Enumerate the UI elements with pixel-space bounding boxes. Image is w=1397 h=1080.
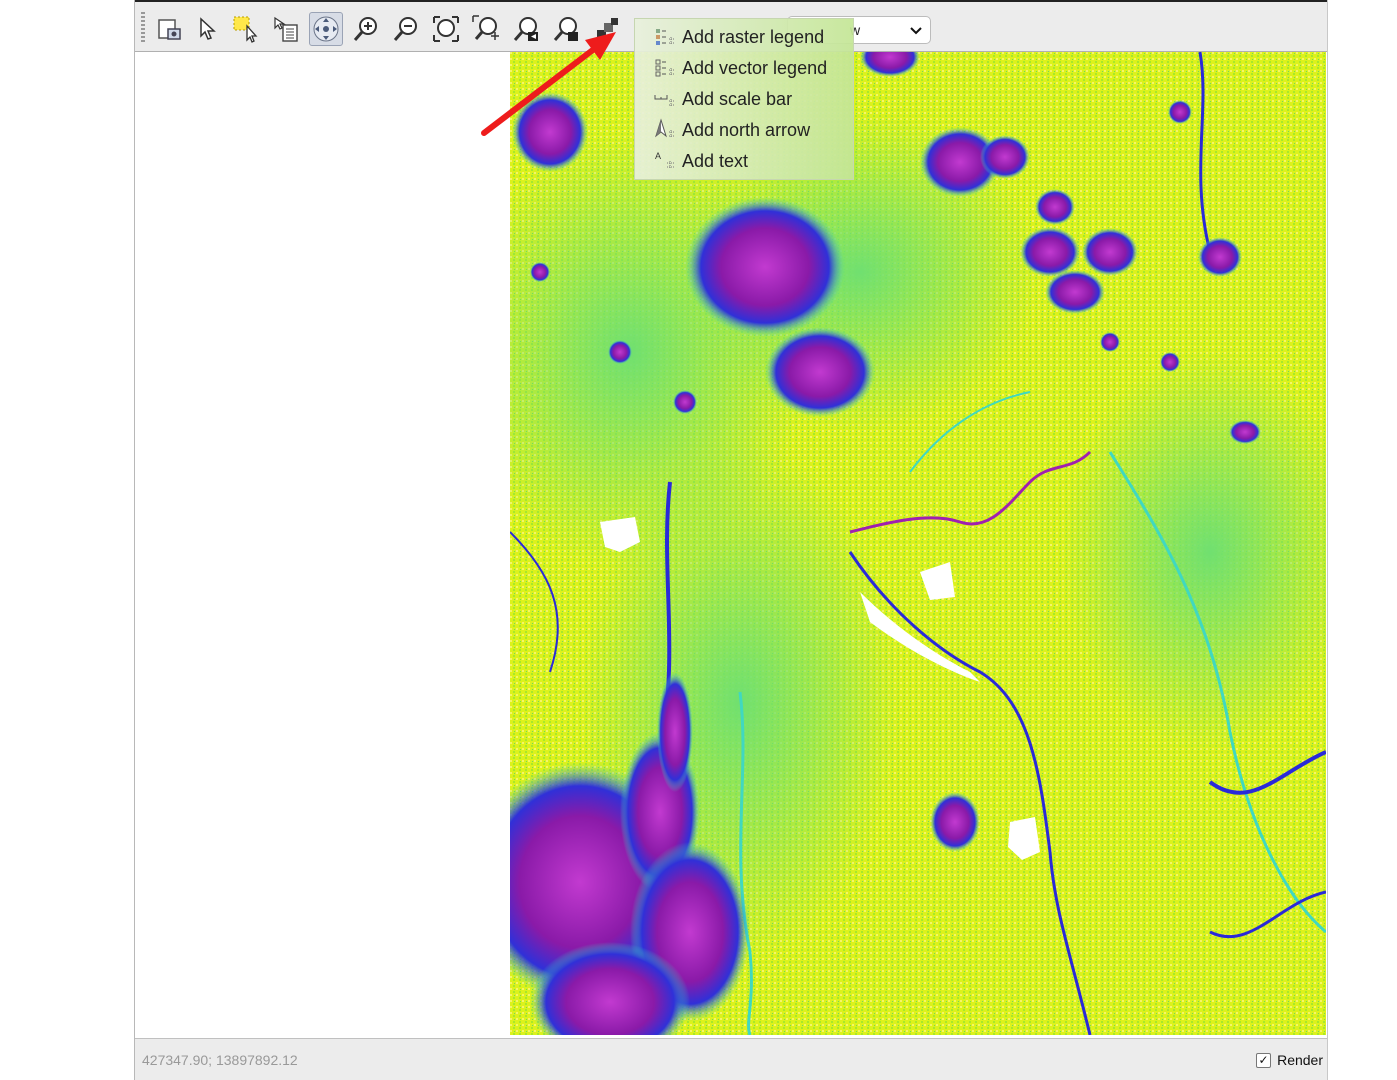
menu-item-add-raster-legend[interactable]: Add raster legend bbox=[635, 22, 853, 52]
menu-item-add-scale-bar[interactable]: Add scale bar bbox=[635, 84, 853, 114]
render-toggle[interactable]: ✓ Render bbox=[1256, 1052, 1323, 1068]
select-arrow-icon[interactable] bbox=[191, 12, 225, 46]
zoom-full-icon[interactable] bbox=[429, 12, 463, 46]
identify-icon[interactable] bbox=[269, 12, 303, 46]
render-checkbox[interactable]: ✓ bbox=[1256, 1052, 1272, 1068]
menu-item-label: Add text bbox=[682, 150, 749, 171]
menu-item-add-vector-legend[interactable]: Add vector legend bbox=[635, 53, 853, 83]
vector-legend-icon bbox=[655, 59, 675, 77]
svg-text:A: A bbox=[655, 151, 661, 161]
print-preview-icon[interactable] bbox=[153, 12, 187, 46]
toolbar-grip[interactable] bbox=[141, 12, 145, 44]
items-panel bbox=[135, 52, 509, 1038]
zoom-out-icon[interactable] bbox=[389, 12, 423, 46]
zoom-in-icon[interactable] bbox=[349, 12, 383, 46]
add-map-item-menu: Add raster legend Add vector legend Add … bbox=[634, 18, 854, 180]
status-bar: 427347.90; 13897892.12 ✓ Render bbox=[135, 1038, 1327, 1080]
map-canvas[interactable] bbox=[510, 52, 1326, 1035]
north-arrow-icon bbox=[655, 118, 675, 138]
menu-item-add-text[interactable]: A Add text bbox=[635, 146, 853, 176]
menu-item-label: Add scale bar bbox=[682, 88, 793, 109]
text-icon: A bbox=[655, 151, 675, 169]
menu-item-label: Add raster legend bbox=[682, 26, 825, 47]
select-feature-icon[interactable] bbox=[229, 12, 263, 46]
menu-item-label: Add vector legend bbox=[682, 57, 828, 78]
menu-item-add-north-arrow[interactable]: Add north arrow bbox=[635, 115, 853, 145]
annotation-arrow bbox=[481, 32, 616, 136]
chevron-down-icon bbox=[910, 27, 922, 35]
raster-legend-icon bbox=[656, 29, 675, 45]
render-label: Render bbox=[1277, 1052, 1323, 1068]
scale-bar-icon bbox=[654, 95, 675, 107]
menu-item-label: Add north arrow bbox=[682, 119, 811, 140]
pan-icon[interactable] bbox=[309, 12, 343, 46]
cursor-coordinates: 427347.90; 13897892.12 bbox=[142, 1052, 298, 1068]
